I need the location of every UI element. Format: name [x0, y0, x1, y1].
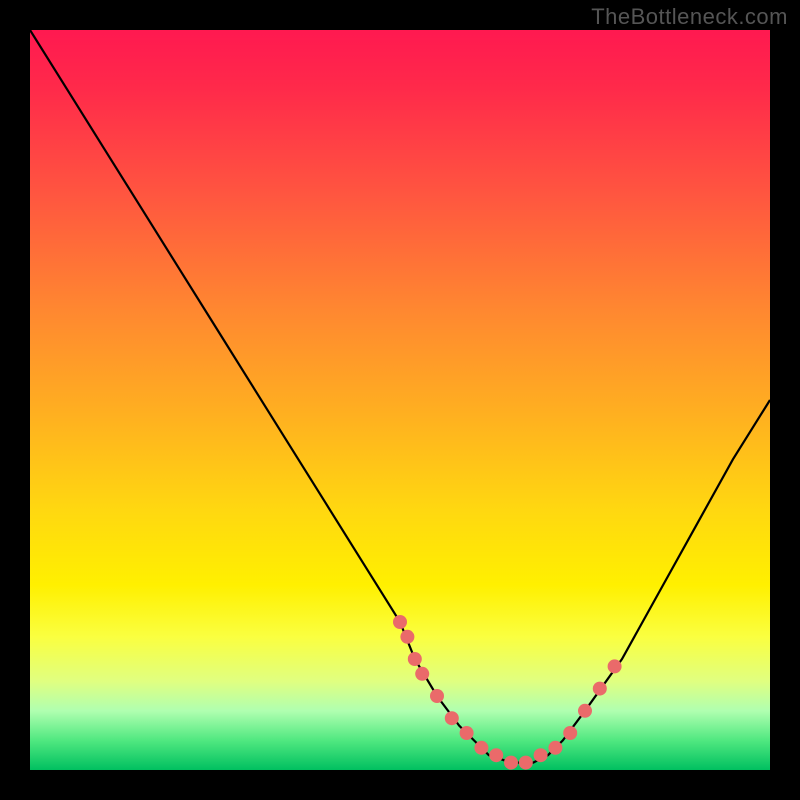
marker-point — [445, 711, 459, 725]
marker-point — [460, 726, 474, 740]
marker-point — [408, 652, 422, 666]
marker-point — [430, 689, 444, 703]
watermark-text: TheBottleneck.com — [591, 4, 788, 30]
marker-point — [489, 748, 503, 762]
marker-point — [415, 667, 429, 681]
bottleneck-curve — [30, 30, 770, 763]
marker-point — [504, 756, 518, 770]
marker-point — [519, 756, 533, 770]
marker-point — [563, 726, 577, 740]
marker-point — [593, 682, 607, 696]
marker-point — [608, 659, 622, 673]
marker-point — [474, 741, 488, 755]
marker-point — [393, 615, 407, 629]
chart-svg — [30, 30, 770, 770]
marker-point — [578, 704, 592, 718]
marker-group — [393, 615, 622, 770]
marker-point — [548, 741, 562, 755]
plot-area — [30, 30, 770, 770]
marker-point — [534, 748, 548, 762]
marker-point — [400, 630, 414, 644]
